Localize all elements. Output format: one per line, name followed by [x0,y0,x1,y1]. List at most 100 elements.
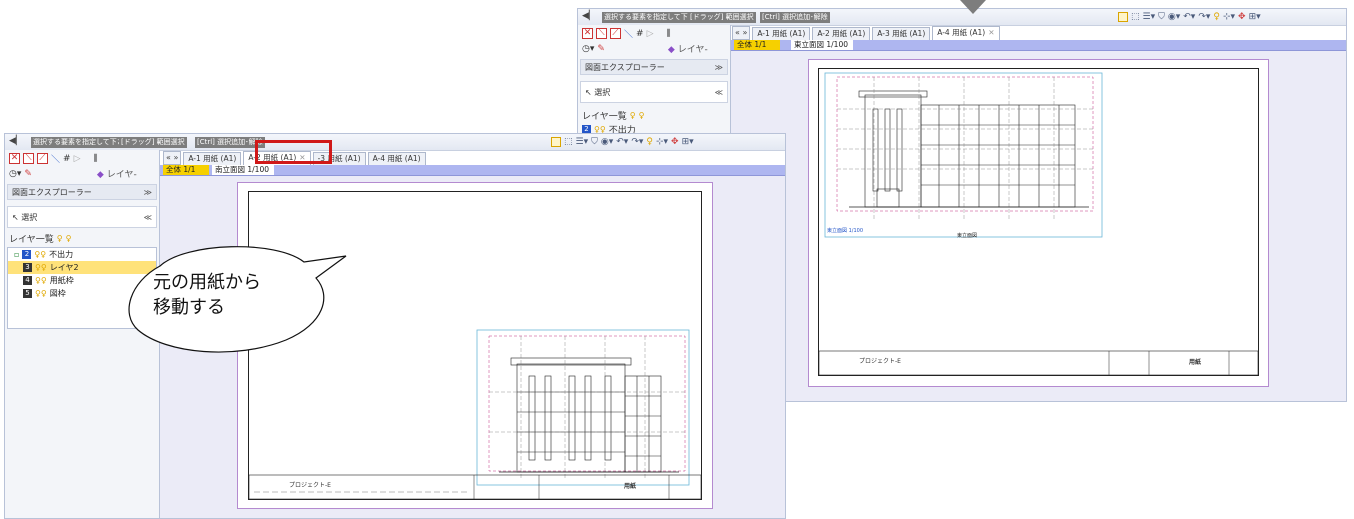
layer-tool-icon[interactable]: ⛉ [1158,12,1165,22]
left-titleblock-sheet: 用紙 [624,483,637,490]
dim-icon[interactable]: ▷ [647,29,654,39]
pattern-icon[interactable]: ⫼ [93,154,97,164]
right-paper-sheet: 東立面図 1/100 東立面図 プロジェクト-E 用紙 [808,59,1269,387]
bulb-icon[interactable]: ♀ [646,137,653,147]
back-icon[interactable]: ◀▏ [9,136,23,146]
hatch-icon[interactable]: # [63,154,71,164]
line-icon[interactable]: ＼ [51,152,60,165]
select-mode-icon[interactable] [1118,12,1128,22]
tab-a3[interactable]: A-3 用紙 (A1) [872,27,931,40]
tab-nav-arrows[interactable]: « » [163,151,182,165]
tab-a2[interactable]: A-2 用紙 (A1) [812,27,871,40]
collapse-icon[interactable]: ≫ [144,185,152,201]
bulb-icon: ♀♀ [35,276,47,285]
clock-icon[interactable]: ◷▾ [9,169,21,179]
tab-a4[interactable]: A-4 用紙 (A1) [367,152,426,165]
layer-num: 4 [23,276,32,285]
select-area-icon[interactable]: ⬚ [1131,12,1140,22]
move-icon[interactable]: ✥ [1238,12,1246,22]
callout-line-2: 移動する [153,297,225,318]
move-icon[interactable]: ✥ [671,137,679,147]
right-status-ctrl: [Ctrl] 選択追加･解除 [760,12,830,23]
list-icon[interactable]: ☰▾ [1143,12,1156,22]
layer-num: 3 [23,263,32,272]
left-explorer-header[interactable]: 図面エクスプローラー ≫ [7,184,157,200]
right-draw-tools: ✕ ⟍ ⟋ ＼ # ▷ ⫼ [578,27,730,40]
grid-icon[interactable]: ⊞▾ [1249,12,1261,22]
scale-label[interactable]: 全体 1/1 [163,165,209,175]
redo-icon[interactable]: ↷▾ [631,137,643,147]
tab-a1[interactable]: A-1 用紙 (A1) [752,27,811,40]
bulb-on-icon[interactable]: ♀ [630,111,636,120]
layer-dropdown[interactable]: ◆ レイヤ- [97,167,137,180]
paint-icon[interactable]: ◉▾ [601,137,613,147]
layer-name: レイヤ2 [49,263,79,272]
right-layer-list-row: レイヤ一覧 ♀ ♀ [578,109,730,122]
undo-icon[interactable]: ↶▾ [616,137,628,147]
delete-tool-icon[interactable]: ✕ [582,28,593,39]
bulb-icon: ♀♀ [34,250,47,259]
undo-icon[interactable]: ↶▾ [1183,12,1195,22]
bulb-icon[interactable]: ♀ [1213,12,1220,22]
bulb-on-icon[interactable]: ♀ [57,234,63,243]
layer-num: 5 [23,289,32,298]
layer-dropdown[interactable]: ◆ レイヤ- [668,42,708,55]
grid-icon[interactable]: ⊞▾ [682,137,694,147]
layer-num: 2 [22,250,32,259]
right-select-header[interactable]: ↖ 選択 ≪ [580,81,728,103]
list-icon[interactable]: ☰▾ [576,137,589,147]
line-tool-icon[interactable]: ⟋ [37,153,48,164]
pen-icon[interactable]: ✎ [597,44,605,54]
back-icon[interactable]: ◀▏ [582,11,596,21]
tab-close-icon[interactable]: ✕ [988,28,994,37]
callout-text: 元の用紙から 移動する [153,270,261,320]
eraser-icon: ◆ [96,170,104,180]
bulb-icon: ♀♀ [35,289,47,298]
line-icon[interactable]: ＼ [624,27,633,40]
svg-text:東立面図: 東立面図 [957,232,977,239]
tab-a1[interactable]: A-1 用紙 (A1) [183,152,242,165]
layer-tool-icon[interactable]: ⛉ [591,137,598,147]
left-toolbar-icons: ⬚ ☰▾ ⛉ ◉▾ ↶▾ ↷▾ ♀ ⊹▾ ✥ ⊞▾ [551,136,694,148]
layer-list-label: レイヤ一覧 [9,235,54,245]
left-toolbar: ◀▏ 選択する要素を指定して下さい。 [ドラッグ] 範囲選択 [Ctrl] 選択… [5,134,785,151]
right-titleblock-project: プロジェクト-E [859,358,901,365]
view-label[interactable]: 東立面図 1/100 [791,40,853,50]
select-mode-icon[interactable] [551,137,561,147]
snap-icon[interactable]: ⊹▾ [656,137,668,147]
dim-icon[interactable]: ▷ [74,154,81,164]
east-elevation-drawing: 東立面図 1/100 東立面図 [819,72,1258,375]
right-titleblock-sheet: 用紙 [1189,359,1202,366]
paint-icon[interactable]: ◉▾ [1168,12,1180,22]
collapse-icon[interactable]: ≫ [715,60,723,76]
expand-icon[interactable]: ≪ [144,207,152,229]
cursor-icon: ↖ [585,88,592,97]
right-tab-bar: « » A-1 用紙 (A1) A-2 用紙 (A1) A-3 用紙 (A1) … [732,26,1000,40]
bulb-off-icon[interactable]: ♀ [639,111,645,120]
view-label[interactable]: 南立面図 1/100 [212,165,274,175]
snap-icon[interactable]: ⊹▾ [1223,12,1235,22]
bulb-off-icon[interactable]: ♀ [66,234,72,243]
right-drawing-canvas[interactable]: 東立面図 1/100 東立面図 プロジェクト-E 用紙 [731,51,1346,401]
right-explorer-header[interactable]: 図面エクスプローラー ≫ [580,59,728,75]
line-tool-icon[interactable]: ⟋ [610,28,621,39]
trim-tool-icon[interactable]: ⟍ [23,153,34,164]
layer-name: 用紙枠 [49,276,74,285]
trim-tool-icon[interactable]: ⟍ [596,28,607,39]
tab-a4[interactable]: A-4 用紙 (A1) ✕ [932,26,1000,40]
scale-label[interactable]: 全体 1/1 [734,40,780,50]
layer-name: 図枠 [49,289,66,298]
left-sub-bar: 全体 1/1 南立面図 1/100 [160,165,785,176]
tab-nav-arrows[interactable]: « » [732,26,751,40]
left-select-header[interactable]: ↖ 選択 ≪ [7,206,157,228]
pen-icon[interactable]: ✎ [24,169,32,179]
redo-icon[interactable]: ↷▾ [1198,12,1210,22]
select-area-icon[interactable]: ⬚ [564,137,573,147]
delete-tool-icon[interactable]: ✕ [9,153,20,164]
hatch-icon[interactable]: # [636,29,644,39]
pattern-icon[interactable]: ⫼ [666,29,670,39]
clock-icon[interactable]: ◷▾ [582,44,594,54]
tab-a4-label: A-4 用紙 (A1) [937,28,986,37]
right-tool-row2: ◷▾ ✎ ◆ レイヤ- [578,42,730,56]
expand-icon[interactable]: ≪ [715,82,723,104]
